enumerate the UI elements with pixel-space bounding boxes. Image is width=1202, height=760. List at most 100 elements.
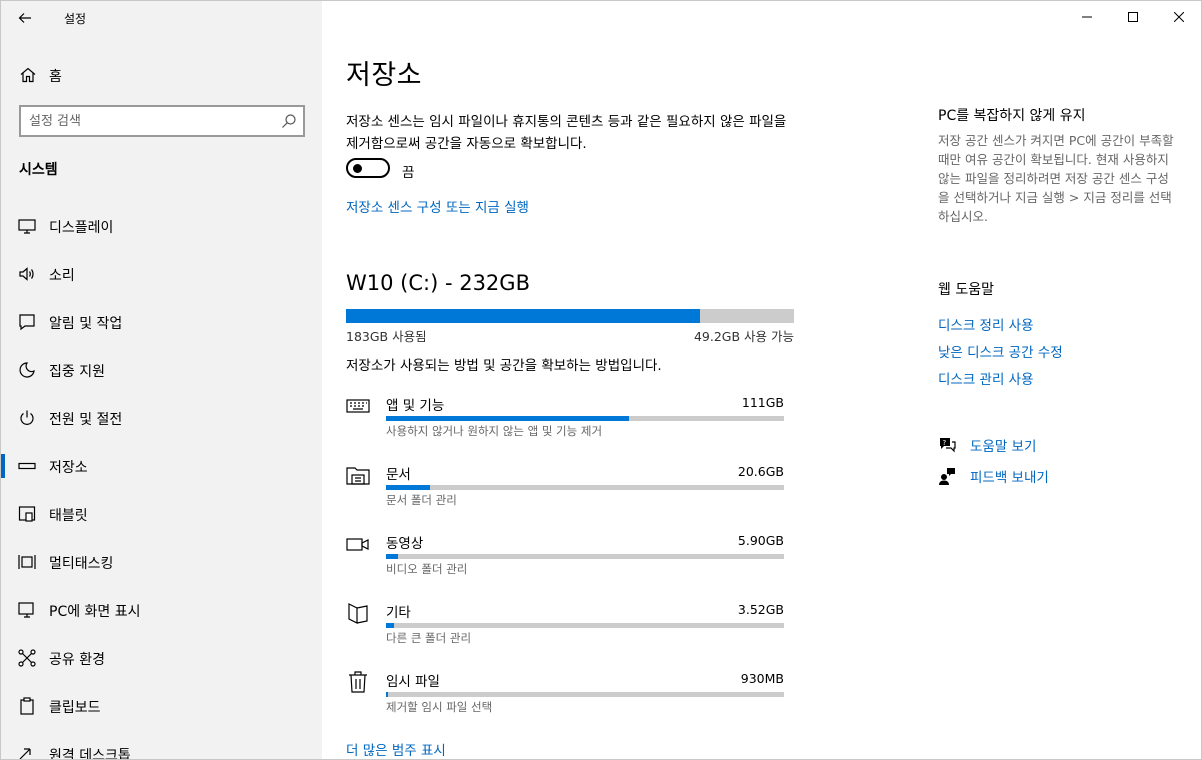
category-bar (386, 623, 784, 628)
category-bar-fill (386, 416, 629, 421)
sidebar-item-shared-experiences[interactable]: 공유 환경 (1, 634, 322, 682)
sidebar-item-label: PC에 화면 표시 (49, 604, 141, 620)
section-title: 시스템 (19, 162, 58, 178)
keep-pc-clean-title: PC를 복잡하지 않게 유지 (938, 108, 1086, 124)
sidebar-item-label: 전원 및 절전 (49, 412, 123, 428)
configure-storage-sense-link[interactable]: 저장소 센스 구성 또는 지금 실행 (346, 196, 529, 216)
trash-icon (349, 671, 367, 693)
feedback-icon (939, 468, 955, 485)
sidebar-item-label: 집중 지원 (49, 364, 105, 380)
notifications-icon (19, 314, 35, 331)
sidebar-item-notifications[interactable]: 알림 및 작업 (1, 298, 322, 346)
category-bar (386, 554, 784, 559)
category-other[interactable]: 기타 3.52GB 다른 큰 폴더 관리 (346, 601, 786, 665)
get-help-link[interactable]: 도움말 보기 (970, 435, 1036, 455)
keep-pc-clean-description: 저장 공간 센스가 켜지면 PC에 공간이 부족할 때만 여유 공간이 확보됩니… (938, 133, 1174, 224)
category-bar-fill (386, 554, 398, 559)
drive-used-label: 183GB 사용됨 (346, 329, 427, 344)
storage-icon (18, 462, 36, 470)
minimize-button[interactable] (1064, 1, 1110, 33)
page-title: 저장소 (346, 60, 423, 91)
video-icon (346, 538, 369, 551)
sidebar-item-label: 태블릿 (49, 508, 88, 524)
clipboard-icon (20, 697, 34, 715)
category-size: 930MB (740, 671, 784, 686)
settings-search (19, 105, 305, 137)
focus-assist-icon (19, 362, 35, 378)
sidebar-item-clipboard[interactable]: 클립보드 (1, 682, 322, 730)
close-button[interactable] (1156, 1, 1201, 33)
settings-window: 설정 홈 시스템 디스플레이 소리 알림 및 작업 (0, 0, 1202, 760)
sidebar-item-label: 클립보드 (49, 700, 101, 716)
multitasking-icon (18, 555, 36, 569)
sidebar-item-storage[interactable]: 저장소 (1, 442, 322, 490)
category-size: 5.90GB (737, 533, 784, 548)
maximize-button[interactable] (1110, 1, 1156, 33)
sidebar-item-label: 디스플레이 (49, 220, 114, 236)
home-icon (20, 67, 36, 83)
search-input[interactable] (29, 112, 269, 130)
sidebar-item-display[interactable]: 디스플레이 (1, 202, 322, 250)
remote-desktop-icon (19, 748, 31, 759)
category-bar (386, 416, 784, 421)
category-name: 앱 및 기능 (386, 398, 445, 414)
category-size: 111GB (741, 395, 784, 410)
home-label: 홈 (49, 69, 62, 85)
minimize-icon (1082, 16, 1092, 18)
category-name: 임시 파일 (386, 674, 440, 690)
home-nav-item[interactable]: 홈 (1, 57, 322, 93)
category-documents[interactable]: 문서 20.6GB 문서 폴더 관리 (346, 463, 786, 527)
sidebar-item-power[interactable]: 전원 및 절전 (1, 394, 322, 442)
sidebar-nav: 디스플레이 소리 알림 및 작업 집중 지원 전원 및 절전 저장소 태블릿 멀… (1, 202, 322, 759)
category-bar-fill (386, 485, 430, 490)
toggle-knob (353, 164, 362, 173)
show-more-categories-link[interactable]: 더 많은 범주 표시 (346, 739, 446, 759)
category-bar (386, 692, 784, 697)
tablet-icon (18, 506, 36, 522)
maximize-icon (1128, 12, 1138, 22)
category-subtitle: 문서 폴더 관리 (386, 493, 457, 507)
help-link-disk-management[interactable]: 디스크 관리 사용 (938, 368, 1034, 388)
category-temp-files[interactable]: 임시 파일 930MB 제거할 임시 파일 선택 (346, 670, 786, 734)
search-icon[interactable] (281, 113, 297, 129)
category-subtitle: 제거할 임시 파일 선택 (386, 700, 493, 714)
help-link-disk-cleanup[interactable]: 디스크 정리 사용 (938, 314, 1034, 334)
category-name: 동영상 (386, 536, 424, 552)
storage-sense-toggle[interactable] (346, 158, 390, 178)
other-folder-icon (348, 603, 368, 624)
back-arrow-icon (18, 13, 31, 23)
power-icon (20, 410, 34, 425)
feedback-link[interactable]: 피드백 보내기 (970, 466, 1049, 486)
category-bar (386, 485, 784, 490)
category-apps[interactable]: 앱 및 기능 111GB 사용하지 않거나 원하지 않는 앱 및 기능 제거 (346, 394, 786, 458)
category-videos[interactable]: 동영상 5.90GB 비디오 폴더 관리 (346, 532, 786, 596)
sidebar-item-projecting[interactable]: PC에 화면 표시 (1, 586, 322, 634)
documents-icon (346, 467, 370, 485)
help-link-low-disk-space[interactable]: 낮은 디스크 공간 수정 (938, 341, 1063, 361)
app-title: 설정 (64, 12, 87, 26)
drive-title: W10 (C:) - 232GB (346, 271, 530, 295)
get-help-row[interactable]: ? 도움말 보기 (938, 435, 1188, 459)
back-button[interactable] (9, 3, 41, 33)
category-size: 3.52GB (737, 602, 784, 617)
sidebar-item-sound[interactable]: 소리 (1, 250, 322, 298)
apps-keyboard-icon (346, 399, 370, 413)
storage-sense-description: 저장소 센스는 임시 파일이나 휴지통의 콘텐츠 등과 같은 필요하지 않은 파… (346, 114, 787, 152)
drive-usage-fill (346, 309, 700, 323)
category-bar-fill (386, 692, 388, 697)
sidebar-item-tablet[interactable]: 태블릿 (1, 490, 322, 538)
category-subtitle: 다른 큰 폴더 관리 (386, 631, 472, 645)
usage-description: 저장소가 사용되는 방법 및 공간을 확보하는 방법입니다. (346, 358, 662, 374)
sidebar-item-focus-assist[interactable]: 집중 지원 (1, 346, 322, 394)
sidebar-item-label: 공유 환경 (49, 652, 105, 668)
web-help-title: 웹 도움말 (938, 282, 994, 298)
display-icon (18, 219, 36, 234)
category-name: 문서 (386, 467, 411, 483)
get-help-icon: ? (940, 438, 956, 453)
category-size: 20.6GB (737, 464, 784, 479)
sidebar-item-remote-desktop[interactable]: 원격 데스크톱 (1, 730, 322, 759)
feedback-row[interactable]: 피드백 보내기 (938, 466, 1188, 490)
sidebar-item-multitasking[interactable]: 멀티태스킹 (1, 538, 322, 586)
category-subtitle: 비디오 폴더 관리 (386, 562, 468, 576)
category-subtitle: 사용하지 않거나 원하지 않는 앱 및 기능 제거 (386, 424, 603, 438)
